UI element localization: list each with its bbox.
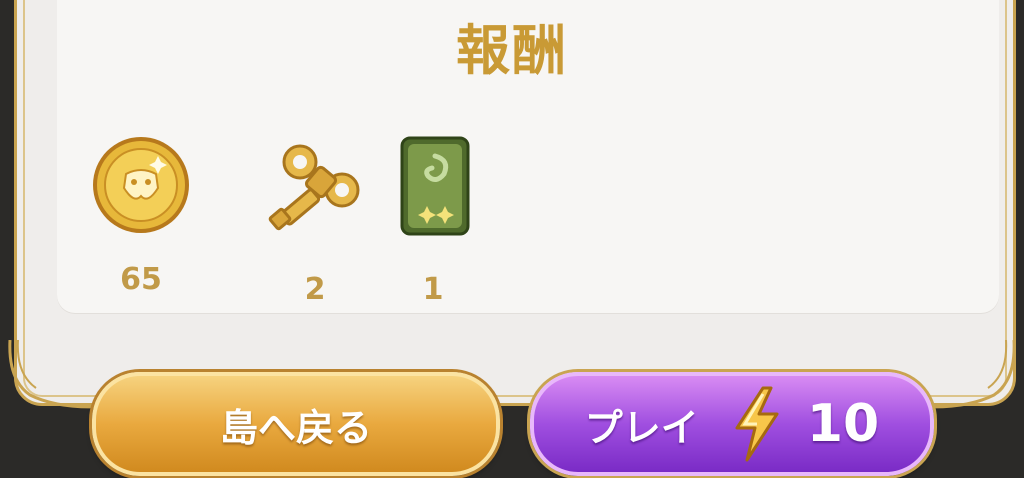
wind-up-key-icon	[268, 144, 360, 231]
reward-quantity: 1	[422, 272, 444, 307]
play-button[interactable]: プレイ 10	[530, 372, 934, 476]
rewards-title: 報酬	[456, 19, 568, 82]
back-to-island-button[interactable]: 島へ戻る	[92, 372, 500, 476]
back-to-island-label: 島へ戻る	[219, 405, 372, 450]
reward-quantity: 2	[304, 272, 326, 307]
play-cost: 10	[806, 394, 880, 454]
play-label: プレイ	[584, 405, 699, 450]
lightning-bolt-icon	[735, 386, 779, 462]
reward-item-coin: 65	[86, 130, 196, 300]
reward-item-key: 2	[260, 134, 370, 314]
green-card-pack-icon	[400, 136, 470, 236]
reward-quantity: 65	[120, 262, 162, 297]
reward-screen: 報酬 65 2 1 島へ戻る プレイ 10	[0, 0, 1024, 478]
gold-coin-icon	[93, 137, 189, 233]
reward-item-card-pack: 1	[378, 132, 488, 314]
